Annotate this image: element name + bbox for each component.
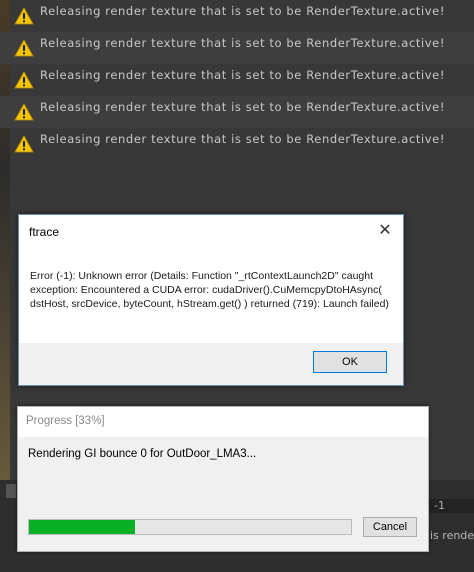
progress-bar-fill: [29, 520, 136, 534]
warning-icon: [14, 71, 34, 89]
warning-icon: [14, 39, 34, 57]
console-entry-message: Releasing render texture that is set to …: [40, 36, 446, 50]
close-icon[interactable]: ✕: [375, 221, 395, 241]
dialog-footer: OK: [19, 343, 403, 385]
console-log-list[interactable]: Releasing render texture that is set to …: [0, 0, 474, 160]
panel-tab-handle[interactable]: [6, 484, 16, 498]
progress-status-text: Rendering GI bounce 0 for OutDoor_LMA3..…: [28, 448, 257, 460]
ok-button[interactable]: OK: [313, 351, 387, 373]
dialog-title: ftrace: [29, 225, 60, 239]
background-console-text: is render: [430, 529, 474, 542]
progress-title: Progress [33%]: [26, 415, 105, 427]
console-entry[interactable]: Releasing render texture that is set to …: [0, 64, 474, 96]
warning-icon: [14, 7, 34, 25]
cancel-button[interactable]: Cancel: [363, 517, 417, 537]
progress-bar: [28, 519, 352, 535]
progress-titlebar: Progress [33%]: [18, 407, 428, 437]
console-entry[interactable]: Releasing render texture that is set to …: [0, 32, 474, 64]
background-number-field[interactable]: -1: [428, 499, 474, 513]
progress-dialog: Progress [33%] Rendering GI bounce 0 for…: [17, 406, 429, 552]
warning-icon: [14, 135, 34, 153]
warning-icon: [14, 103, 34, 121]
console-entry-message: Releasing render texture that is set to …: [40, 4, 446, 18]
console-entry[interactable]: Releasing render texture that is set to …: [0, 128, 474, 160]
error-message: Error (-1): Unknown error (Details: Func…: [30, 270, 389, 310]
console-entry-message: Releasing render texture that is set to …: [40, 100, 446, 114]
error-dialog: ftrace ✕ Error (-1): Unknown error (Deta…: [18, 214, 404, 386]
console-entry[interactable]: Releasing render texture that is set to …: [0, 0, 474, 32]
console-entry-message: Releasing render texture that is set to …: [40, 68, 446, 82]
console-entry[interactable]: Releasing render texture that is set to …: [0, 96, 474, 128]
console-entry-message: Releasing render texture that is set to …: [40, 132, 446, 146]
